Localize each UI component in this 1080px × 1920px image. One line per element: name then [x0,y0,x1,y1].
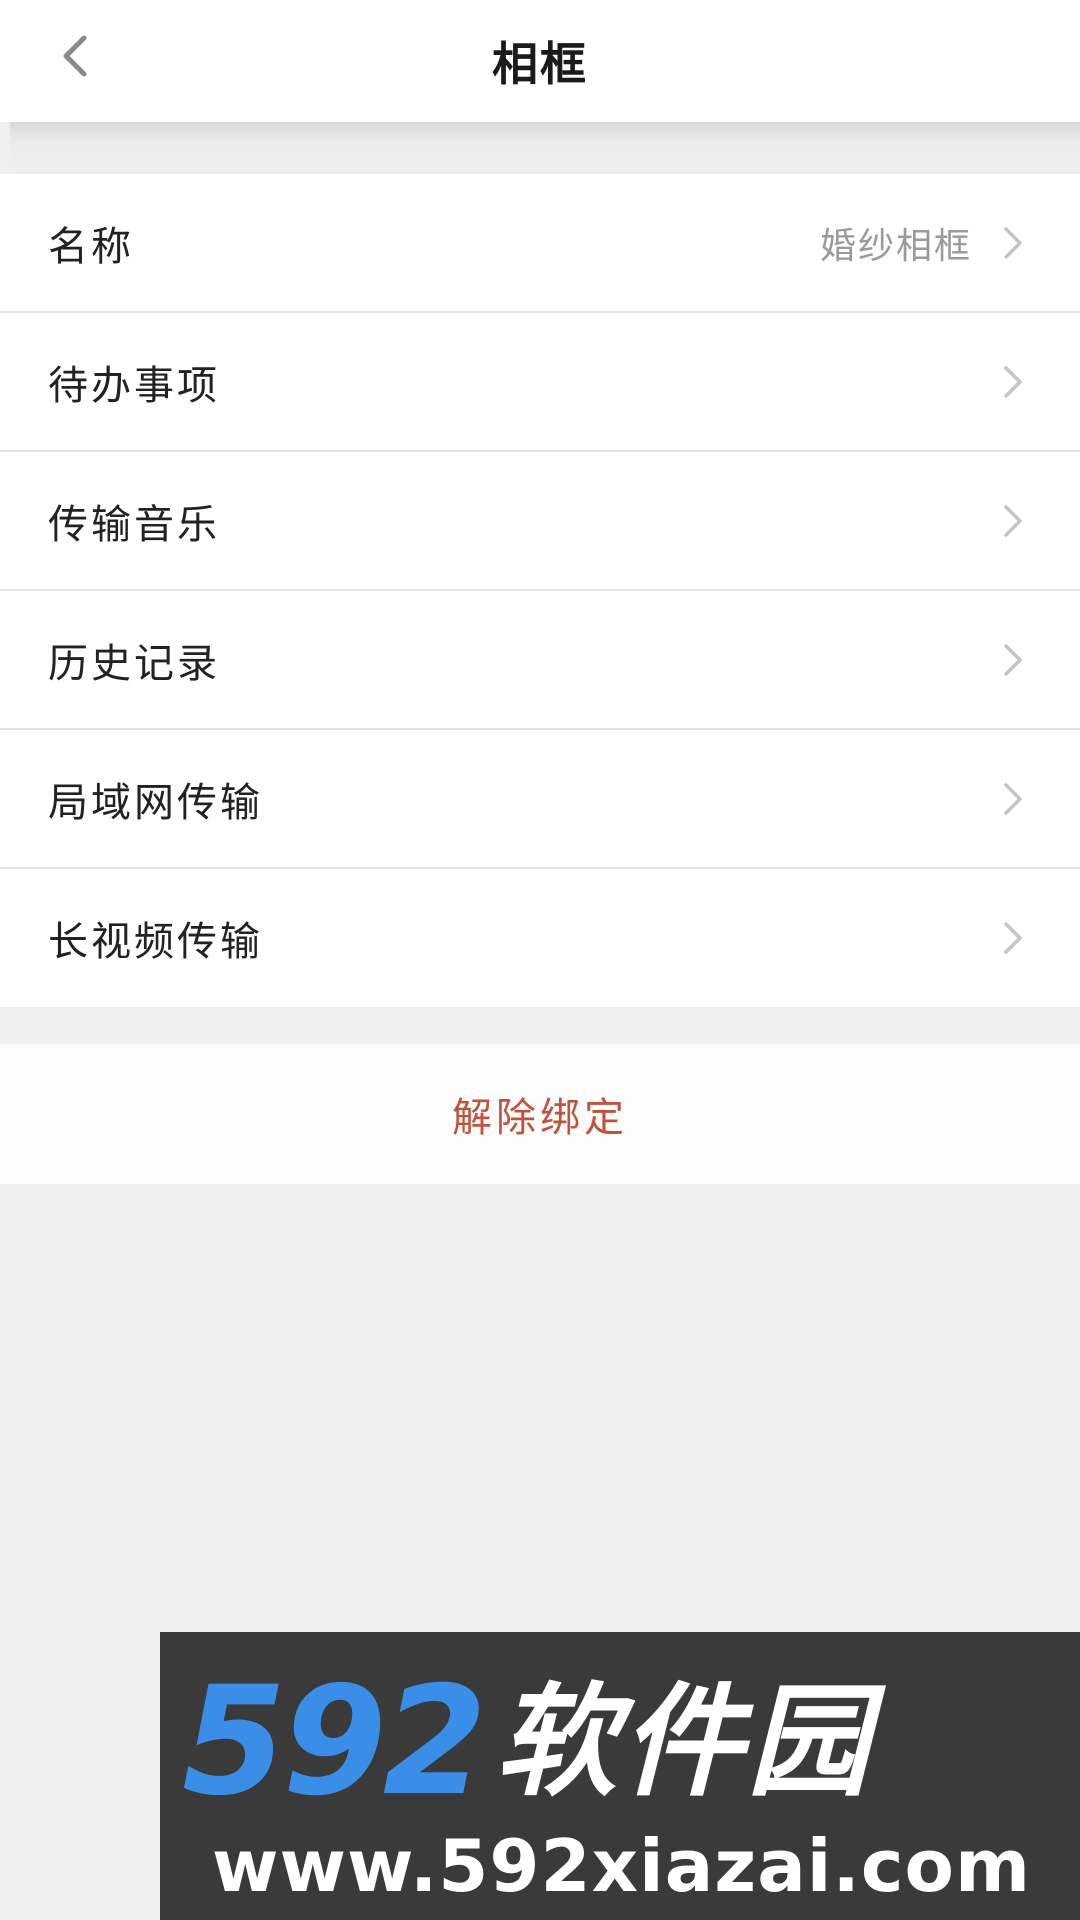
list-item-name[interactable]: 名称 婚纱相框 [0,174,1080,313]
list-item-value: 婚纱相框 [819,225,972,267]
unbind-button[interactable]: 解除绑定 [0,1044,1080,1184]
list-item-label: 长视频传输 [48,919,263,965]
list-item-label: 历史记录 [48,640,220,687]
list-item-label: 待办事项 [48,362,220,409]
watermark: 592 软件园 www.592xiazai.com [160,1632,1080,1920]
list-item-todo[interactable]: 待办事项 [0,313,1080,452]
nav-bar: 相框 [0,0,1080,122]
chevron-right-icon [1004,504,1022,537]
settings-list: 名称 婚纱相框 待办事项 传输音乐 历史记录 局域网传输 长视频传输 [0,174,1080,1007]
chevron-right-icon [1004,365,1022,398]
watermark-brand-number: 592 [182,1655,487,1829]
list-item-history[interactable]: 历史记录 [0,591,1080,730]
list-item-label: 传输音乐 [48,501,220,548]
header-shadow [10,122,1080,174]
chevron-right-icon [1004,643,1022,676]
chevron-right-icon [1004,782,1022,815]
watermark-logo: 592 软件园 [182,1667,874,1817]
list-item-label: 局域网传输 [48,779,263,826]
watermark-url: www.592xiazai.com [212,1824,1031,1908]
page-title: 相框 [492,37,588,91]
list-item-lan-transfer[interactable]: 局域网传输 [0,730,1080,869]
watermark-brand-text: 软件园 [495,1671,874,1813]
list-item-label: 名称 [48,223,134,270]
list-item-transfer-music[interactable]: 传输音乐 [0,452,1080,591]
unbind-label: 解除绑定 [452,1095,628,1141]
chevron-right-icon [1004,922,1022,954]
chevron-right-icon [1004,226,1022,259]
list-item-long-video-transfer[interactable]: 长视频传输 [0,869,1080,1007]
page: 相框 名称 婚纱相框 待办事项 传输音乐 历史记录 局域网传输 长视频传输 解除… [0,0,1080,1920]
